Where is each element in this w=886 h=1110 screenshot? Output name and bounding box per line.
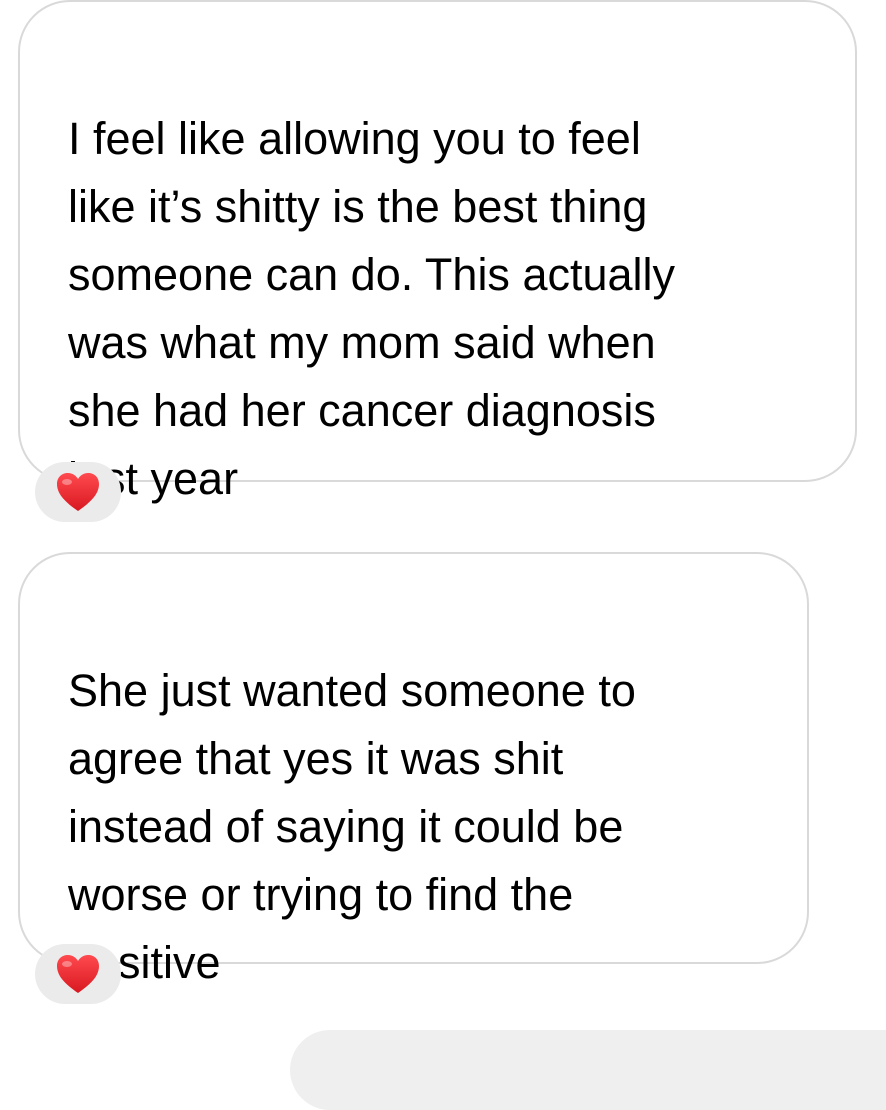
message-bubble-1[interactable]: I feel like allowing you to feel like it…	[18, 0, 857, 504]
message-bubble-2[interactable]: She just wanted someone to agree that ye…	[18, 552, 809, 988]
message-text-1: I feel like allowing you to feel like it…	[68, 113, 676, 504]
message-text-2: She just wanted someone to agree that ye…	[68, 665, 636, 988]
reaction-badge-2[interactable]	[35, 944, 121, 1004]
reaction-badge-1[interactable]	[35, 462, 121, 522]
next-message-bubble[interactable]	[290, 1030, 886, 1110]
heart-icon	[57, 955, 99, 993]
heart-icon	[57, 473, 99, 511]
